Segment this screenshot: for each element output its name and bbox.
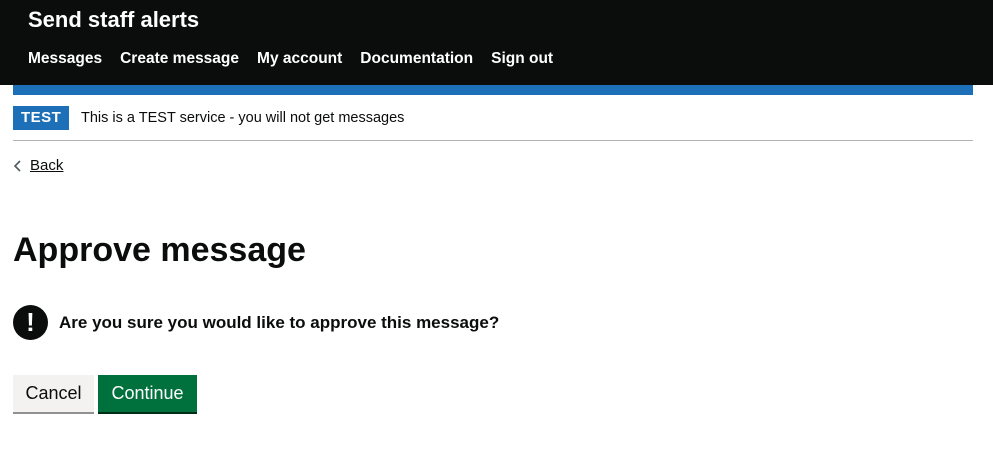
nav-item-my-account[interactable]: My account	[257, 49, 342, 69]
back-link-label: Back	[30, 157, 64, 174]
primary-navigation: Messages Create message My account Docum…	[28, 49, 553, 69]
chevron-left-icon	[13, 160, 21, 172]
nav-item-create-message[interactable]: Create message	[120, 49, 239, 69]
continue-button[interactable]: Continue	[98, 375, 197, 412]
header-accent-bar	[13, 85, 973, 95]
page-title: Approve message	[13, 231, 306, 269]
service-name[interactable]: Send staff alerts	[28, 6, 199, 34]
nav-item-messages[interactable]: Messages	[28, 49, 102, 69]
back-link[interactable]: Back	[13, 156, 63, 176]
warning-text: ! Are you sure you would like to approve…	[13, 305, 499, 340]
nav-item-documentation[interactable]: Documentation	[360, 49, 473, 69]
exclamation-icon: !	[13, 305, 48, 340]
phase-tag: TEST	[13, 106, 70, 130]
phase-banner: TEST This is a TEST service - you will n…	[13, 105, 973, 141]
phase-banner-text: This is a TEST service - you will not ge…	[81, 110, 405, 126]
nav-item-sign-out[interactable]: Sign out	[491, 49, 553, 69]
warning-message: Are you sure you would like to approve t…	[59, 312, 500, 332]
cancel-button[interactable]: Cancel	[13, 375, 94, 412]
site-header: Send staff alerts Messages Create messag…	[0, 0, 993, 85]
